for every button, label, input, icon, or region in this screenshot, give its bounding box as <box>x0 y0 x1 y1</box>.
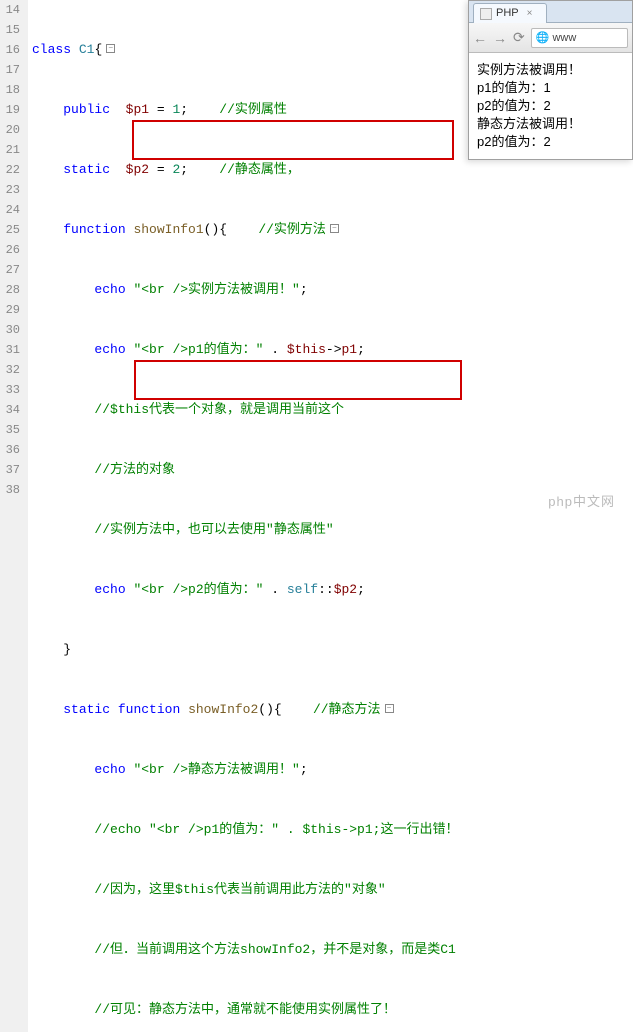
code-line[interactable]: //echo "<br />p1的值为：" . $this->p1;这一行出错！ <box>32 820 458 840</box>
code-line[interactable]: function showInfo1(){ //实例方法− <box>32 220 458 240</box>
line-number: 24 <box>4 200 20 220</box>
code-line[interactable]: echo "<br />静态方法被调用！"; <box>32 760 458 780</box>
reload-icon[interactable]: ⟳ <box>513 29 525 46</box>
line-number: 16 <box>4 40 20 60</box>
line-number: 37 <box>4 460 20 480</box>
output-line: p2的值为：2 <box>477 133 624 151</box>
line-number: 30 <box>4 320 20 340</box>
line-number: 28 <box>4 280 20 300</box>
line-number: 23 <box>4 180 20 200</box>
line-number: 19 <box>4 100 20 120</box>
code-line[interactable]: static $p2 = 2; //静态属性， <box>32 160 458 180</box>
line-number: 21 <box>4 140 20 160</box>
code-line[interactable]: //可见：静态方法中，通常就不能使用实例属性了！ <box>32 1000 458 1020</box>
address-text: www <box>552 29 576 47</box>
line-number: 17 <box>4 60 20 80</box>
line-number: 15 <box>4 20 20 40</box>
line-number: 36 <box>4 440 20 460</box>
code-line[interactable]: class C1{− <box>32 40 458 60</box>
fold-icon[interactable]: − <box>385 704 394 713</box>
line-number: 14 <box>4 0 20 20</box>
line-number: 31 <box>4 340 20 360</box>
line-number: 27 <box>4 260 20 280</box>
line-number: 32 <box>4 360 20 380</box>
line-number: 25 <box>4 220 20 240</box>
browser-tab[interactable]: PHP × <box>473 3 547 23</box>
browser-toolbar: ← → ⟳ 🌐 www <box>469 23 632 53</box>
globe-icon: 🌐 <box>536 29 550 47</box>
page-icon <box>480 8 492 20</box>
browser-content: 实例方法被调用！ p1的值为：1 p2的值为：2 静态方法被调用！ p2的值为：… <box>469 53 632 159</box>
output-line: p1的值为：1 <box>477 79 624 97</box>
line-number: 29 <box>4 300 20 320</box>
code-area[interactable]: class C1{− public $p1 = 1; //实例属性 static… <box>28 0 462 1032</box>
line-number: 38 <box>4 480 20 500</box>
line-number: 35 <box>4 420 20 440</box>
tab-title: PHP <box>496 4 519 23</box>
watermark: php中文网 <box>548 491 615 510</box>
code-line[interactable]: //方法的对象 <box>32 460 458 480</box>
output-line: p2的值为：2 <box>477 97 624 115</box>
highlight-box-2 <box>134 360 462 400</box>
address-bar[interactable]: 🌐 www <box>531 28 628 48</box>
code-line[interactable]: echo "<br />p2的值为：" . self::$p2; <box>32 580 458 600</box>
fold-icon[interactable]: − <box>106 44 115 53</box>
close-icon[interactable]: × <box>527 4 533 23</box>
code-line[interactable]: echo "<br />实例方法被调用！"; <box>32 280 458 300</box>
line-number-gutter: 14 15 16 17 18 19 20 21 22 23 24 25 26 2… <box>0 0 28 1032</box>
code-line[interactable]: } <box>32 640 458 660</box>
code-line[interactable]: //$this代表一个对象，就是调用当前这个 <box>32 400 458 420</box>
line-number: 34 <box>4 400 20 420</box>
code-line[interactable]: //因为，这里$this代表当前调用此方法的"对象" <box>32 880 458 900</box>
line-number: 20 <box>4 120 20 140</box>
code-line[interactable]: static function showInfo2(){ //静态方法− <box>32 700 458 720</box>
forward-icon[interactable]: → <box>493 30 507 46</box>
code-line[interactable]: //但．当前调用这个方法showInfo2，并不是对象，而是类C1 <box>32 940 458 960</box>
line-number: 33 <box>4 380 20 400</box>
highlight-box-1 <box>132 120 454 160</box>
fold-icon[interactable]: − <box>330 224 339 233</box>
line-number: 22 <box>4 160 20 180</box>
browser-tab-bar: PHP × <box>469 1 632 23</box>
code-line[interactable]: public $p1 = 1; //实例属性 <box>32 100 458 120</box>
browser-window: PHP × ← → ⟳ 🌐 www 实例方法被调用！ p1的值为：1 p2的值为… <box>468 0 633 160</box>
line-number: 18 <box>4 80 20 100</box>
output-line: 静态方法被调用！ <box>477 115 624 133</box>
back-icon[interactable]: ← <box>473 30 487 46</box>
line-number: 26 <box>4 240 20 260</box>
code-line[interactable]: echo "<br />p1的值为：" . $this->p1; <box>32 340 458 360</box>
code-line[interactable]: //实例方法中，也可以去使用"静态属性" <box>32 520 458 540</box>
output-line: 实例方法被调用！ <box>477 61 624 79</box>
